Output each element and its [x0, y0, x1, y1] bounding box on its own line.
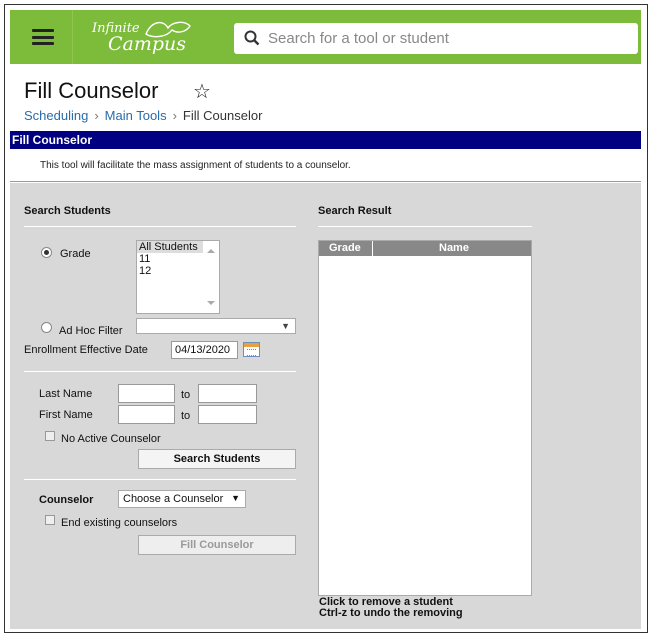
hamburger-menu-icon[interactable]	[32, 29, 54, 45]
tool-description: This tool will facilitate the mass assig…	[40, 160, 351, 171]
grade-radio[interactable]	[41, 247, 52, 258]
divider	[318, 226, 532, 227]
end-existing-counselors-checkbox[interactable]	[45, 515, 55, 525]
last-name-from-input[interactable]	[118, 384, 175, 403]
end-existing-counselors-label: End existing counselors	[61, 517, 178, 529]
logo-swoosh-icon	[145, 21, 191, 38]
scroll-down-icon[interactable]	[207, 301, 215, 305]
page-title: Fill Counselor	[24, 78, 159, 103]
last-name-label: Last Name	[39, 388, 93, 400]
adhoc-filter-select[interactable]: ▼	[136, 318, 296, 334]
to-label: to	[181, 410, 191, 422]
fill-counselor-button[interactable]: Fill Counselor	[138, 535, 296, 555]
search-students-button[interactable]: Search Students	[138, 449, 296, 469]
global-search-box[interactable]	[234, 23, 638, 54]
no-active-counselor-label: No Active Counselor	[61, 433, 161, 445]
search-result-heading: Search Result	[318, 205, 392, 217]
breadcrumb-current: Fill Counselor	[182, 108, 263, 123]
enrollment-date-label: Enrollment Effective Date	[24, 344, 148, 356]
description-row: This tool will facilitate the mass assig…	[10, 149, 641, 182]
top-navigation-bar: Infinite Campus	[10, 10, 641, 64]
undo-removal-hint: Ctrl-z to undo the removing	[319, 607, 463, 619]
listbox-scrollbar[interactable]	[203, 241, 219, 313]
column-header-grade[interactable]: Grade	[329, 242, 361, 254]
search-students-heading: Search Students	[24, 205, 111, 217]
first-name-from-input[interactable]	[118, 405, 175, 424]
divider	[24, 226, 296, 227]
scroll-up-icon[interactable]	[207, 249, 215, 253]
dropdown-arrow-icon: ▼	[231, 493, 240, 503]
search-icon	[244, 30, 260, 46]
no-active-counselor-checkbox[interactable]	[45, 431, 55, 441]
column-header-name[interactable]: Name	[439, 242, 469, 254]
divider	[24, 371, 296, 372]
to-label: to	[181, 389, 191, 401]
column-divider	[372, 241, 373, 256]
tool-title-bar: Fill Counselor	[10, 131, 641, 149]
divider	[24, 479, 296, 480]
adhoc-filter-radio[interactable]	[41, 322, 52, 333]
breadcrumb-chevron-icon: ›	[172, 108, 177, 123]
favorite-star-icon[interactable]: ☆	[193, 79, 211, 104]
divider	[72, 10, 73, 64]
adhoc-filter-label: Ad Hoc Filter	[59, 325, 123, 337]
breadcrumb-scheduling[interactable]: Scheduling	[24, 108, 88, 123]
breadcrumb-chevron-icon: ›	[94, 108, 99, 123]
breadcrumb-main-tools[interactable]: Main Tools	[105, 108, 167, 123]
result-table-header: Grade Name	[319, 241, 531, 256]
first-name-to-input[interactable]	[198, 405, 257, 424]
counselor-select[interactable]: Choose a Counselor ▼	[118, 490, 246, 508]
search-result-list[interactable]: Grade Name	[318, 240, 532, 596]
breadcrumb: Scheduling › Main Tools › Fill Counselor	[24, 108, 262, 123]
last-name-to-input[interactable]	[198, 384, 257, 403]
search-input[interactable]	[268, 28, 628, 49]
enrollment-date-input[interactable]: 04/13/2020	[171, 341, 238, 359]
grade-label: Grade	[60, 248, 91, 260]
grade-listbox[interactable]: All Students 11 12	[136, 240, 220, 314]
first-name-label: First Name	[39, 409, 93, 421]
calendar-icon[interactable]	[243, 342, 260, 357]
infinite-campus-logo[interactable]: Infinite Campus	[92, 18, 202, 58]
counselor-label: Counselor	[39, 494, 94, 506]
dropdown-arrow-icon: ▼	[281, 321, 290, 331]
